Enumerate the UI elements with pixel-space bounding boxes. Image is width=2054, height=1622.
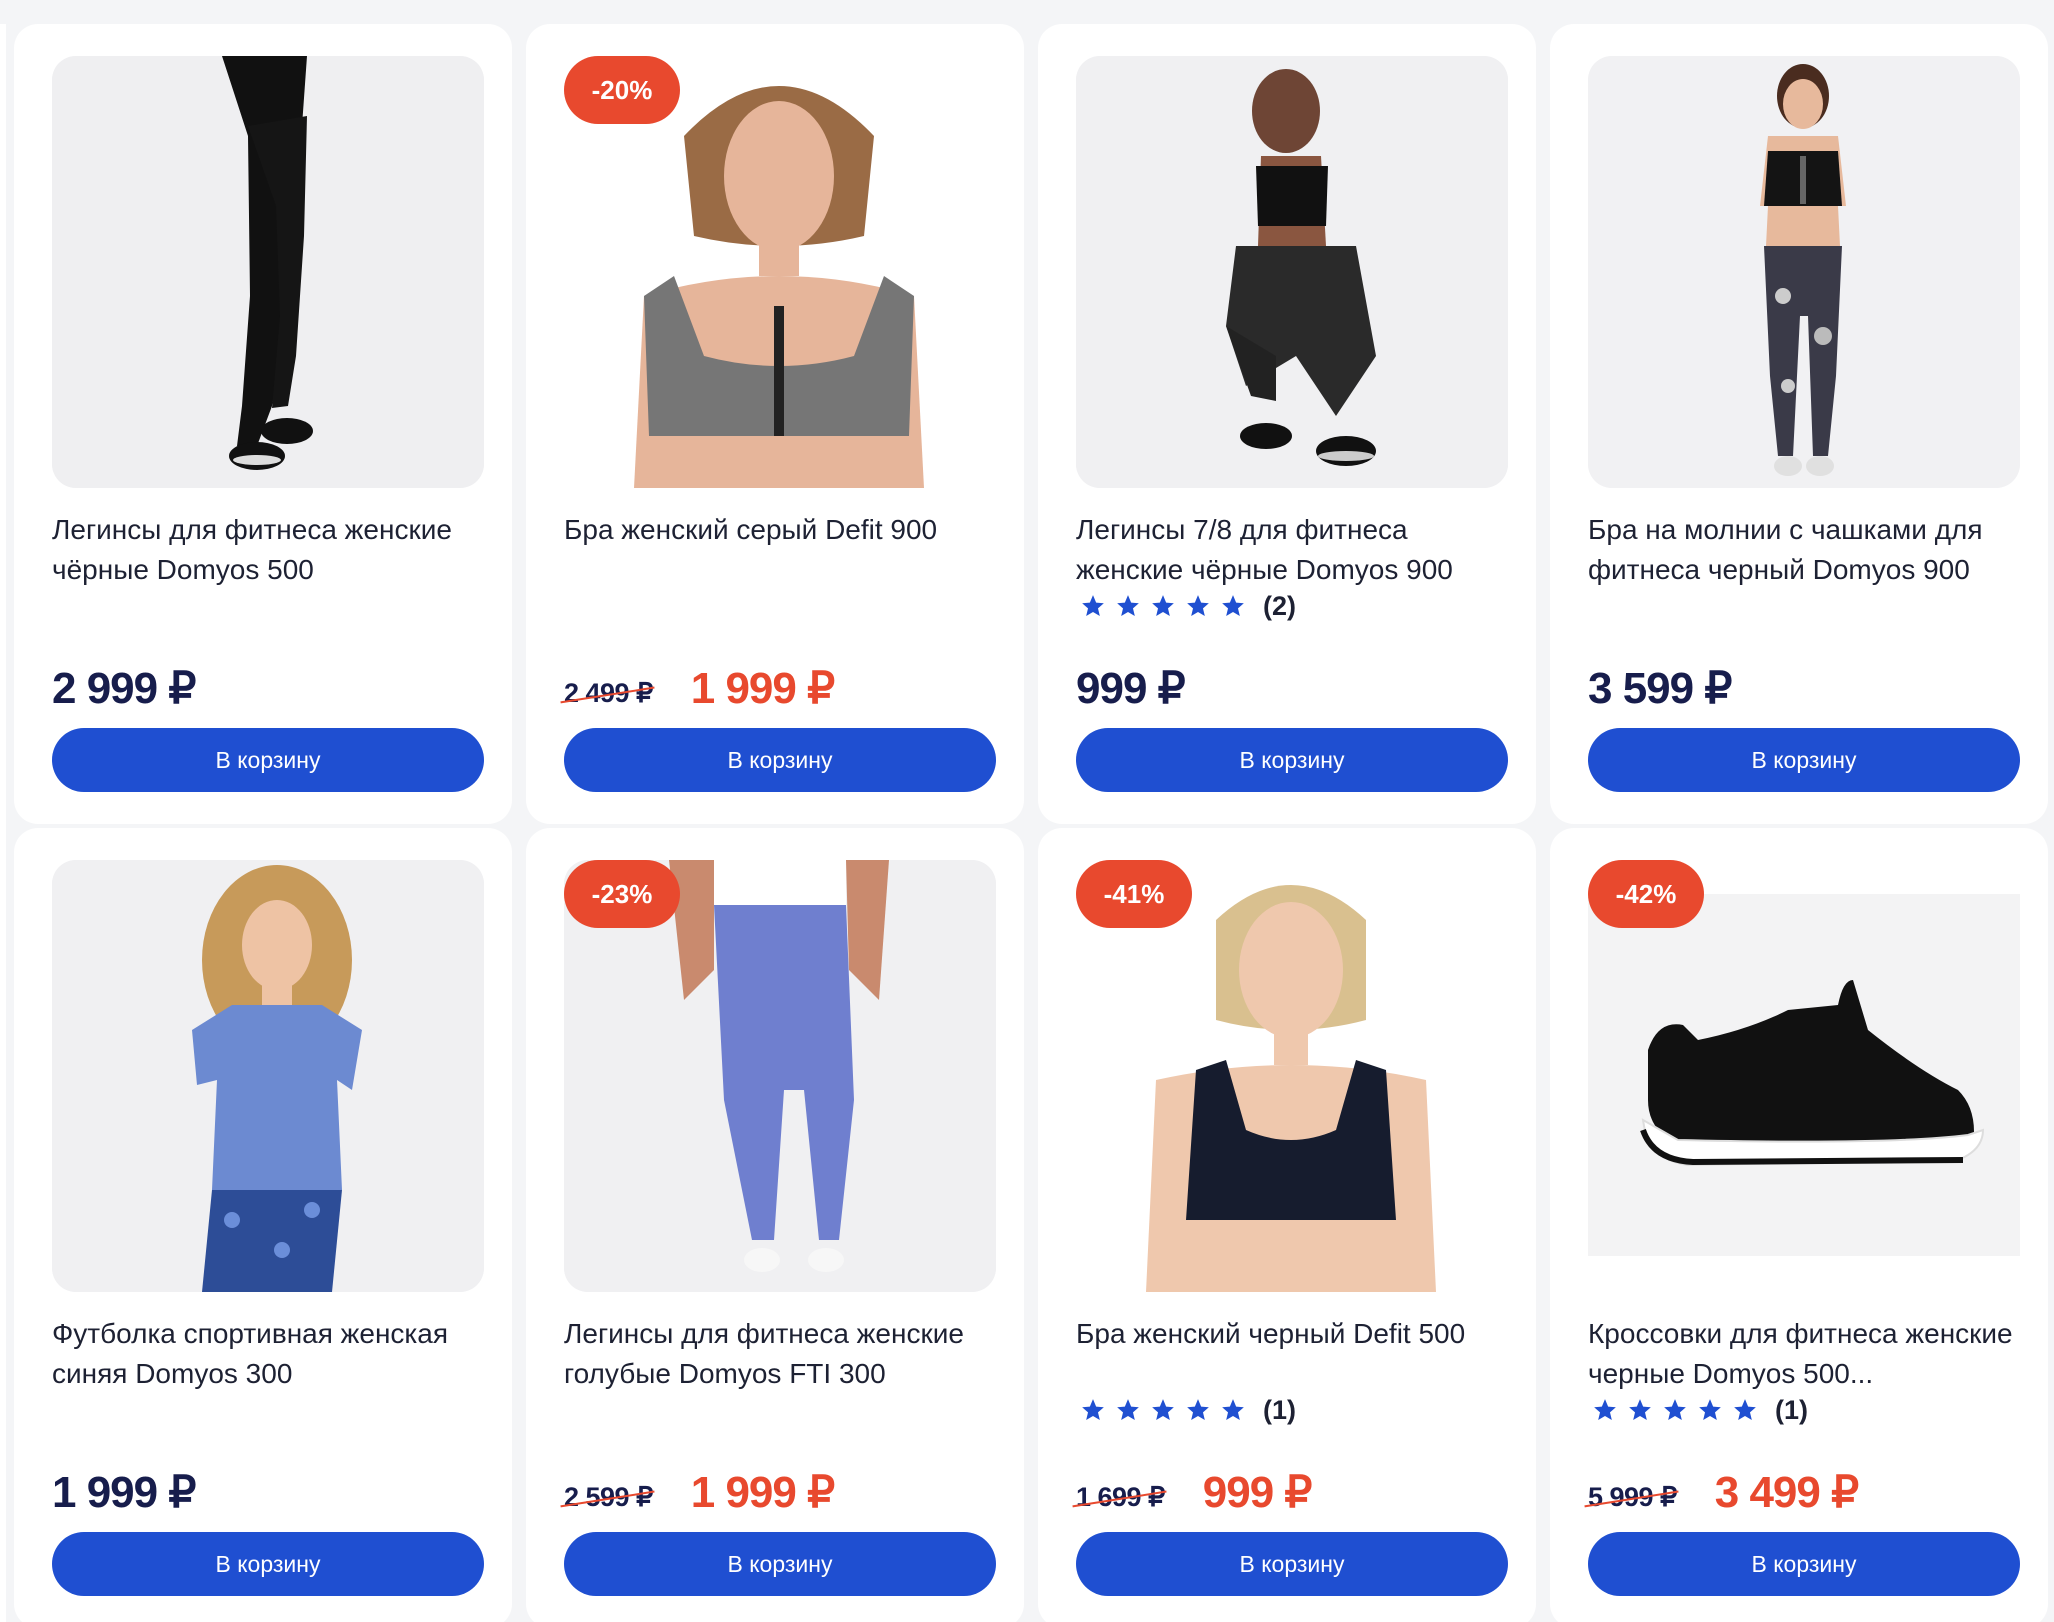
add-to-cart-button[interactable]: В корзину	[1588, 728, 2020, 792]
product-title[interactable]: Бра на молнии с чашками для фитнеса черн…	[1588, 510, 2018, 590]
add-to-cart-button[interactable]: В корзину	[1076, 728, 1508, 792]
product-image[interactable]	[52, 860, 484, 1292]
discount-badge: -41%	[1076, 860, 1192, 928]
product-card[interactable]: Легинсы 7/8 для фитнеса женские чёрные D…	[1038, 24, 1536, 824]
discount-badge: -42%	[1588, 860, 1704, 928]
sale-price: 1 999 ₽	[690, 663, 835, 713]
add-to-cart-button[interactable]: В корзину	[564, 728, 996, 792]
product-grid: Легинсы для фитнеса женские чёрные Domyo…	[14, 24, 2048, 1622]
product-image[interactable]	[1588, 56, 2020, 488]
price-row: 999 ₽	[1076, 660, 1186, 716]
star-icon	[1152, 595, 1174, 616]
price-row: 5 999 ₽ 3 499 ₽	[1588, 1464, 1859, 1520]
price-row: 3 599 ₽	[1588, 660, 1732, 716]
add-to-cart-button[interactable]: В корзину	[52, 1532, 484, 1596]
add-to-cart-button[interactable]: В корзину	[52, 728, 484, 792]
product-card[interactable]: Бра на молнии с чашками для фитнеса черн…	[1550, 24, 2048, 824]
star-icon	[1222, 1399, 1244, 1420]
star-icon	[1082, 1399, 1104, 1420]
price-row: 2 599 ₽ 1 999 ₽	[564, 1464, 835, 1520]
sale-price: 1 999 ₽	[690, 1467, 835, 1517]
star-icon	[1594, 1399, 1616, 1420]
product-title[interactable]: Бра женский серый Defit 900	[564, 510, 994, 550]
rating-count: (1)	[1775, 1394, 1808, 1425]
sale-price: 999 ₽	[1202, 1467, 1313, 1517]
star-icon	[1664, 1399, 1686, 1420]
add-to-cart-button[interactable]: В корзину	[564, 1532, 996, 1596]
price-row: 2 999 ₽	[52, 660, 196, 716]
product-title[interactable]: Бра женский черный Defit 500	[1076, 1314, 1506, 1354]
black-7-8-leggings-image	[1076, 56, 1508, 488]
product-grid-page: Легинсы для фитнеса женские чёрные Domyo…	[0, 0, 2054, 1622]
discount-badge: -23%	[564, 860, 680, 928]
black-leggings-image	[52, 56, 484, 488]
star-icon	[1152, 1399, 1174, 1420]
price-row: 1 999 ₽	[52, 1464, 196, 1520]
star-icon	[1082, 595, 1104, 616]
old-price: 2 499 ₽	[564, 677, 653, 708]
rating: (1)	[1592, 1394, 1808, 1426]
blue-tshirt-image	[52, 860, 484, 1292]
sale-price: 3 499 ₽	[1714, 1467, 1859, 1517]
rating-count: (1)	[1263, 1394, 1296, 1425]
product-card[interactable]: Футболка спортивная женская синяя Domyos…	[14, 828, 512, 1622]
price-row: 2 499 ₽ 1 999 ₽	[564, 660, 835, 716]
product-card[interactable]: -41% Бра женский черный Defit 500 (1) 1 …	[1038, 828, 1536, 1622]
add-to-cart-button[interactable]: В корзину	[1588, 1532, 2020, 1596]
star-icon	[1699, 1399, 1721, 1420]
left-edge	[0, 24, 6, 1622]
rating: (1)	[1080, 1394, 1296, 1426]
price-row: 1 699 ₽ 999 ₽	[1076, 1464, 1313, 1520]
star-icon	[1117, 1399, 1139, 1420]
product-card[interactable]: Легинсы для фитнеса женские чёрные Domyo…	[14, 24, 512, 824]
star-icon	[1629, 1399, 1651, 1420]
product-title[interactable]: Легинсы 7/8 для фитнеса женские чёрные D…	[1076, 510, 1506, 590]
add-to-cart-button[interactable]: В корзину	[1076, 1532, 1508, 1596]
product-card[interactable]: -20% Бра женский серый Defit 900 2 499 ₽…	[526, 24, 1024, 824]
star-icon	[1187, 1399, 1209, 1420]
product-image[interactable]	[1076, 56, 1508, 488]
rating: (2)	[1080, 590, 1296, 622]
star-icon	[1117, 595, 1139, 616]
rating-count: (2)	[1263, 590, 1296, 621]
product-image[interactable]	[52, 56, 484, 488]
discount-badge: -20%	[564, 56, 680, 124]
product-title[interactable]: Футболка спортивная женская синяя Domyos…	[52, 1314, 482, 1394]
product-title[interactable]: Легинсы для фитнеса женские чёрные Domyo…	[52, 510, 482, 590]
old-price: 5 999 ₽	[1588, 1481, 1677, 1512]
product-title[interactable]: Легинсы для фитнеса женские голубые Domy…	[564, 1314, 994, 1394]
product-title[interactable]: Кроссовки для фитнеса женские черные Dom…	[1588, 1314, 2018, 1394]
product-card[interactable]: -42% Кроссовки для фитнеса женские черны…	[1550, 828, 2048, 1622]
old-price: 2 599 ₽	[564, 1481, 653, 1512]
zip-bra-image	[1588, 56, 2020, 488]
star-icon	[1222, 595, 1244, 616]
old-price: 1 699 ₽	[1076, 1481, 1165, 1512]
product-card[interactable]: -23% Легинсы для фитнеса женские голубые…	[526, 828, 1024, 1622]
price: 3 599 ₽	[1588, 663, 1732, 713]
price: 2 999 ₽	[52, 663, 196, 713]
price: 999 ₽	[1076, 663, 1186, 713]
price: 1 999 ₽	[52, 1467, 196, 1517]
star-icon	[1187, 595, 1209, 616]
star-icon	[1734, 1399, 1756, 1420]
